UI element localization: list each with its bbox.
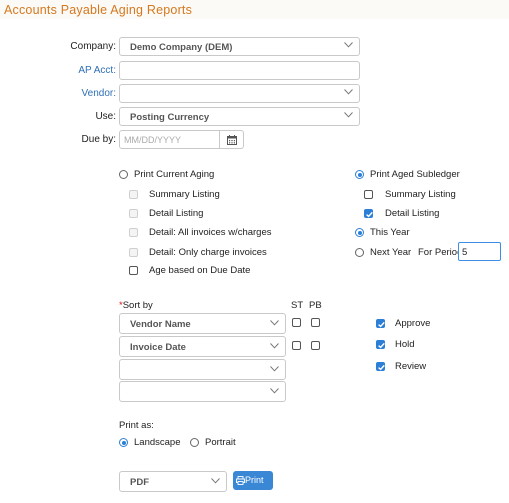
- print-aged-subledger-label: Print Aged Subledger: [370, 169, 460, 180]
- this-year-label: This Year: [370, 227, 410, 238]
- landscape-label: Landscape: [134, 437, 181, 448]
- summary-listing-checkbox-left[interactable]: [129, 190, 138, 199]
- page-title: Accounts Payable Aging Reports: [4, 3, 193, 17]
- due-by-placeholder: MM/DD/YYYY: [124, 135, 182, 145]
- sort-select-3[interactable]: [119, 359, 286, 380]
- sort-select-1[interactable]: Vendor Name: [119, 313, 286, 334]
- sort-select-4[interactable]: [119, 381, 286, 402]
- review-checkbox[interactable]: [376, 362, 385, 371]
- summary-listing-label-left: Summary Listing: [149, 189, 220, 200]
- this-year-radio[interactable]: [355, 228, 364, 237]
- next-year-label: Next Year: [370, 247, 412, 258]
- landscape-radio[interactable]: [119, 438, 128, 447]
- company-label: Company:: [70, 41, 116, 52]
- chevron-down-icon: [344, 42, 353, 48]
- age-based-due-date-label: Age based on Due Date: [149, 265, 251, 276]
- chevron-down-icon: [270, 343, 279, 349]
- portrait-radio[interactable]: [190, 438, 199, 447]
- detail-all-invoices-label: Detail: All invoices w/charges: [149, 227, 272, 238]
- for-period-input[interactable]: 5: [458, 242, 501, 261]
- sort-by-label: *Sort by: [119, 300, 153, 311]
- check-icon: [378, 342, 385, 349]
- chevron-down-icon: [211, 478, 220, 484]
- print-button[interactable]: Print: [233, 471, 273, 490]
- next-year-radio[interactable]: [355, 248, 364, 257]
- chevron-down-icon: [270, 388, 279, 394]
- age-based-due-date-checkbox[interactable]: [129, 266, 138, 275]
- ap-acct-label[interactable]: AP Acct:: [40, 65, 116, 76]
- hold-label: Hold: [395, 339, 415, 350]
- sort-select-2[interactable]: Invoice Date: [119, 336, 286, 357]
- print-button-label: Print: [245, 475, 264, 485]
- portrait-label: Portrait: [205, 437, 236, 448]
- st-checkbox-1[interactable]: [292, 318, 301, 327]
- review-label: Review: [395, 361, 427, 372]
- detail-listing-checkbox-right[interactable]: [364, 209, 373, 218]
- detail-listing-checkbox-left[interactable]: [129, 209, 138, 218]
- detail-all-invoices-checkbox[interactable]: [129, 228, 138, 237]
- ap-acct-input[interactable]: [119, 61, 360, 80]
- detail-listing-label-left: Detail Listing: [149, 208, 204, 219]
- st-checkbox-2[interactable]: [292, 341, 301, 350]
- print-as-label: Print as:: [119, 420, 154, 431]
- detail-listing-label-right: Detail Listing: [385, 208, 440, 219]
- print-current-aging-label: Print Current Aging: [134, 169, 215, 180]
- calendar-button[interactable]: [220, 130, 244, 149]
- company-value: Demo Company (DEM): [130, 42, 233, 53]
- check-icon: [366, 211, 373, 218]
- printer-icon: [236, 476, 245, 485]
- chevron-down-icon: [344, 89, 353, 95]
- sort-value-2: Invoice Date: [130, 342, 186, 353]
- detail-only-charge-label: Detail: Only charge invoices: [149, 247, 267, 258]
- approve-label: Approve: [395, 318, 431, 329]
- pb-header: PB: [309, 300, 322, 311]
- vendor-label[interactable]: Vendor:: [40, 88, 116, 99]
- summary-listing-label-right: Summary Listing: [385, 189, 456, 200]
- st-header: ST: [291, 300, 304, 311]
- check-icon: [378, 364, 385, 371]
- due-by-input[interactable]: MM/DD/YYYY: [119, 130, 220, 149]
- for-period-value: 5: [462, 247, 468, 258]
- chevron-down-icon: [270, 320, 279, 326]
- chevron-down-icon: [344, 112, 353, 118]
- sort-by-text: Sort by: [122, 300, 153, 311]
- hold-checkbox[interactable]: [376, 340, 385, 349]
- chevron-down-icon: [270, 366, 279, 372]
- use-select[interactable]: Posting Currency: [119, 107, 360, 126]
- check-icon: [378, 321, 385, 328]
- calendar-icon: [227, 135, 237, 145]
- use-label: Use:: [95, 111, 116, 122]
- format-value: PDF: [130, 477, 149, 488]
- title-bar: Accounts Payable Aging Reports: [0, 0, 509, 19]
- company-select[interactable]: Demo Company (DEM): [119, 37, 360, 56]
- summary-listing-checkbox-right[interactable]: [364, 190, 373, 199]
- format-select[interactable]: PDF: [119, 471, 227, 492]
- sort-value-1: Vendor Name: [130, 319, 191, 330]
- approve-checkbox[interactable]: [376, 319, 385, 328]
- use-value: Posting Currency: [130, 112, 210, 123]
- print-aged-subledger-radio[interactable]: [355, 170, 364, 179]
- due-by-label: Due by:: [81, 134, 116, 145]
- pb-checkbox-1[interactable]: [311, 318, 320, 327]
- pb-checkbox-2[interactable]: [311, 341, 320, 350]
- print-current-aging-radio[interactable]: [119, 170, 128, 179]
- detail-only-charge-checkbox[interactable]: [129, 248, 138, 257]
- vendor-select[interactable]: [119, 84, 360, 103]
